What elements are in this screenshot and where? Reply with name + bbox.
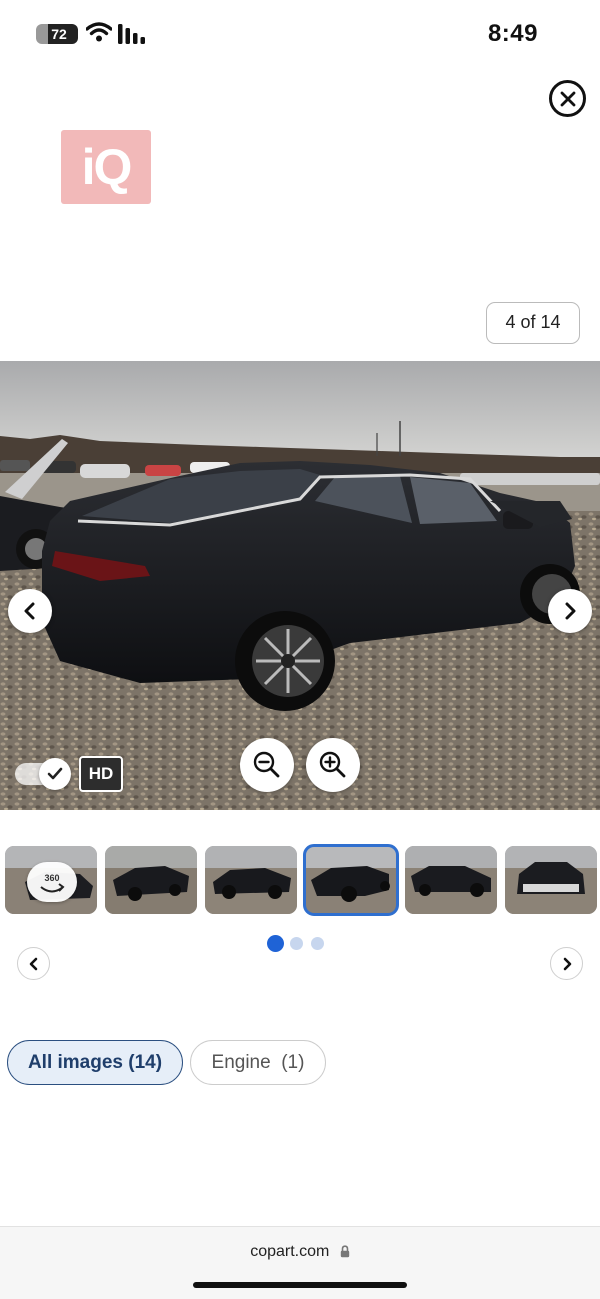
thumbnails-next-button[interactable] <box>550 947 583 980</box>
hd-toggle-knob <box>39 758 71 790</box>
thumbnail-2-image <box>105 846 197 914</box>
zoom-out-button[interactable] <box>240 738 294 792</box>
status-bar: 72 8:49 <box>0 0 600 70</box>
rotate-360-icon <box>40 883 65 893</box>
thumbnail-5-image <box>405 846 497 914</box>
chevron-left-icon <box>29 957 37 970</box>
iq-logo-text: iQ <box>81 139 133 195</box>
page-dot-1[interactable] <box>267 935 284 952</box>
browser-url-bar[interactable]: copart.com <box>0 1226 600 1299</box>
image-counter: 4 of 14 <box>486 302 580 344</box>
close-icon <box>560 91 575 106</box>
battery-indicator: 72 <box>36 24 78 44</box>
main-vehicle-photo[interactable]: HD <box>0 361 600 810</box>
url-display: copart.com <box>0 1243 600 1261</box>
page-dot-2[interactable] <box>290 937 303 950</box>
checkmark-icon <box>47 767 63 780</box>
cellular-signal-icon <box>118 24 145 44</box>
chevron-left-icon <box>24 602 35 620</box>
hd-button[interactable]: HD <box>79 756 123 792</box>
zoom-in-button[interactable] <box>306 738 360 792</box>
thumbnail-6[interactable] <box>505 846 597 914</box>
iq-logo: iQ <box>61 130 151 204</box>
filter-engine[interactable]: Engine (1) <box>190 1040 326 1085</box>
clock: 8:49 <box>487 20 538 47</box>
battery-level: 72 <box>51 26 67 42</box>
previous-image-button[interactable] <box>8 589 52 633</box>
thumbnail-3-image <box>205 846 297 914</box>
home-indicator[interactable] <box>193 1282 407 1288</box>
thumbnail-5[interactable] <box>405 846 497 914</box>
wifi-icon <box>86 22 112 42</box>
thumbnail-strip <box>0 844 600 916</box>
page-dot-3[interactable] <box>311 937 324 950</box>
filter-all-images[interactable]: All images (14) <box>7 1040 183 1085</box>
vehicle-photo-image <box>0 361 600 810</box>
thumbnail-4[interactable] <box>303 844 399 916</box>
zoom-out-icon <box>253 751 280 778</box>
thumbnail-6-image <box>505 846 597 914</box>
close-button[interactable] <box>549 80 586 117</box>
url-text: copart.com <box>250 1243 330 1260</box>
next-image-button[interactable] <box>548 589 592 633</box>
hd-toggle[interactable] <box>15 758 71 790</box>
thumbnail-3[interactable] <box>205 846 297 914</box>
thumbnail-2[interactable] <box>105 846 197 914</box>
thumbnails-previous-button[interactable] <box>17 947 50 980</box>
zoom-in-icon <box>319 751 346 778</box>
chevron-right-icon <box>563 957 571 970</box>
view-360-button[interactable]: 360 <box>27 862 77 902</box>
lock-icon <box>340 1245 349 1258</box>
thumbnail-4-image <box>305 846 397 914</box>
chevron-right-icon <box>565 602 576 620</box>
